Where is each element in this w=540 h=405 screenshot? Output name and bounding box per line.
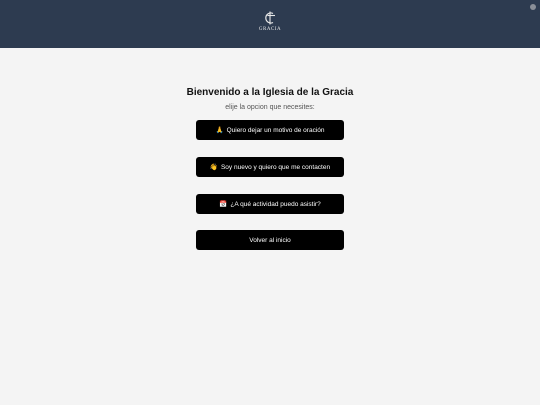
- page-title: Bienvenido a la Iglesia de la Gracia: [186, 87, 354, 98]
- prayer-request-label: Quiero dejar un motivo de oración: [226, 126, 325, 134]
- logo-text: GRACIA: [258, 27, 282, 32]
- waving-hand-icon: 👋: [209, 163, 218, 171]
- activities-label: ¿A qué actividad puedo asistir?: [230, 200, 321, 208]
- gracia-logo-icon: [265, 11, 275, 25]
- back-to-home-button[interactable]: Volver al inicio: [196, 230, 344, 250]
- status-dot: [530, 4, 536, 10]
- praying-hands-icon: 🙏: [215, 126, 224, 134]
- back-to-home-label: Volver al inicio: [249, 236, 291, 244]
- header-bar: GRACIA: [0, 0, 540, 48]
- new-visitor-contact-label: Soy nuevo y quiero que me contacten: [220, 163, 331, 171]
- church-logo: GRACIA: [254, 10, 286, 36]
- activities-button[interactable]: 📅 ¿A qué actividad puedo asistir?: [196, 194, 344, 214]
- new-visitor-contact-button[interactable]: 👋 Soy nuevo y quiero que me contacten: [196, 157, 344, 177]
- page-subtitle: elije la opcion que necesites:: [225, 104, 315, 111]
- prayer-request-button[interactable]: 🙏 Quiero dejar un motivo de oración: [196, 120, 344, 140]
- calendar-icon: 📅: [219, 200, 228, 208]
